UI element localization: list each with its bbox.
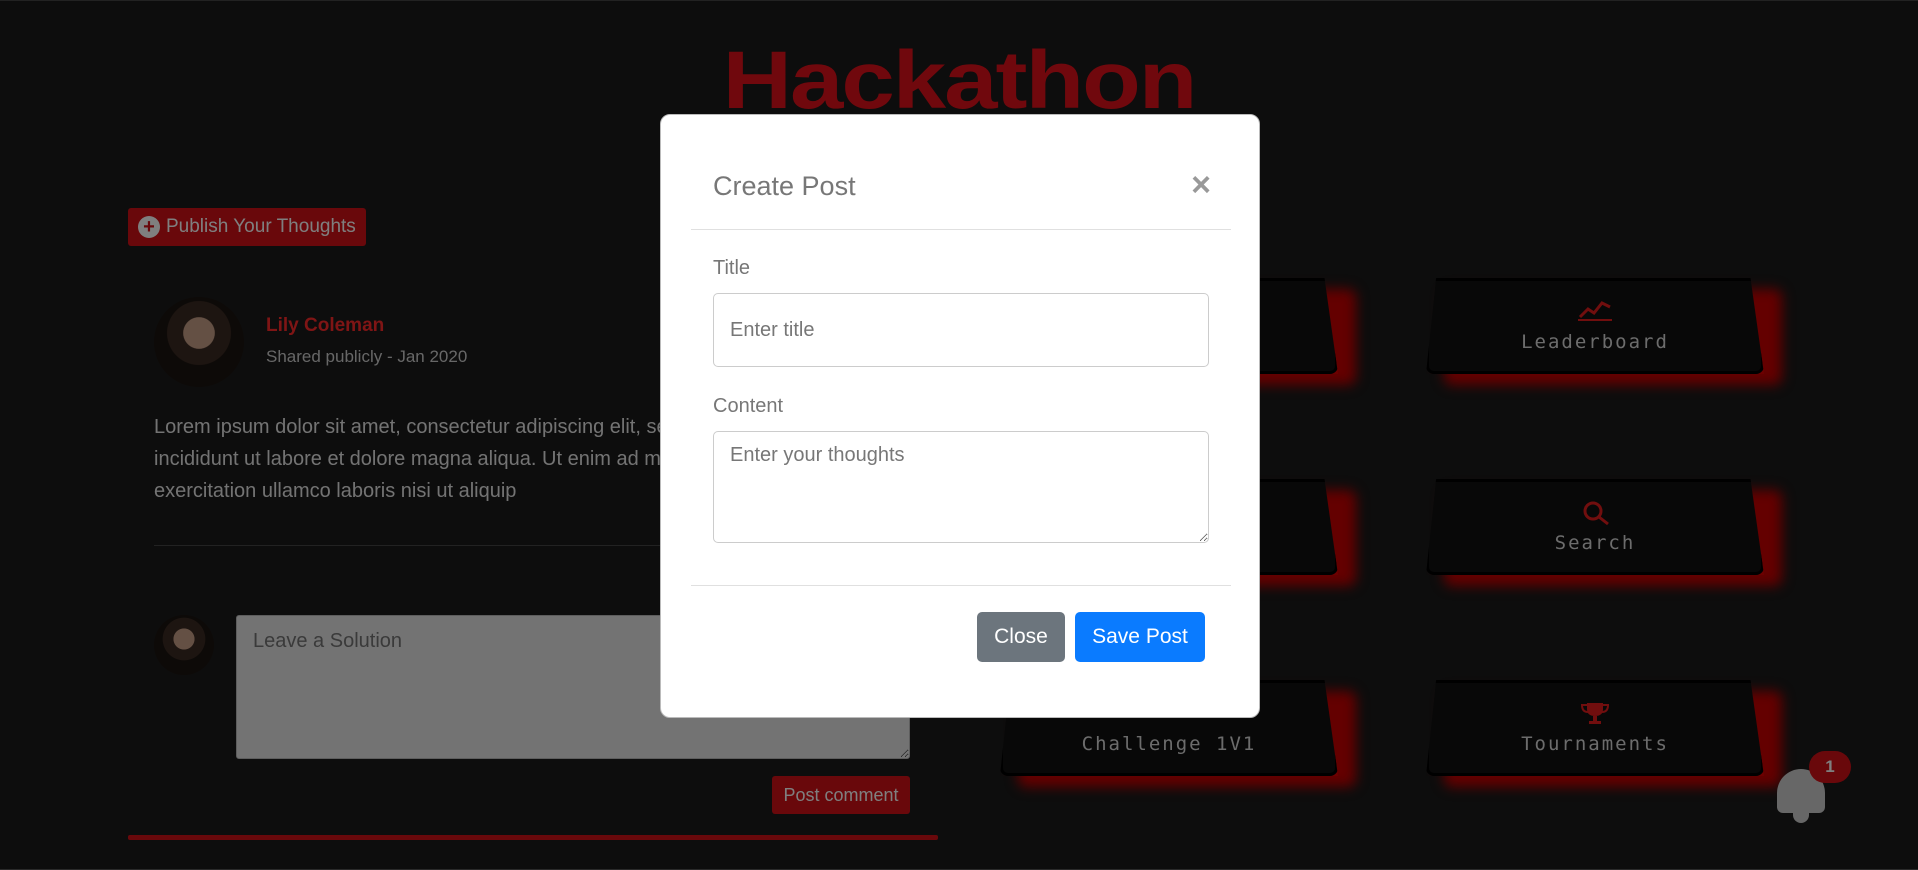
- modal-title: Create Post: [713, 171, 856, 201]
- modal-footer-divider: [691, 585, 1231, 586]
- title-label: Title: [713, 257, 751, 279]
- create-post-modal: Create Post × Title Content Close Save P…: [660, 114, 1260, 718]
- modal-header-divider: [691, 229, 1231, 230]
- content-label: Content: [713, 395, 784, 417]
- save-post-button[interactable]: Save Post: [1075, 612, 1205, 662]
- title-input[interactable]: [713, 293, 1209, 367]
- content-textarea[interactable]: [713, 431, 1209, 543]
- close-icon[interactable]: ×: [1183, 167, 1219, 203]
- close-button[interactable]: Close: [977, 612, 1065, 662]
